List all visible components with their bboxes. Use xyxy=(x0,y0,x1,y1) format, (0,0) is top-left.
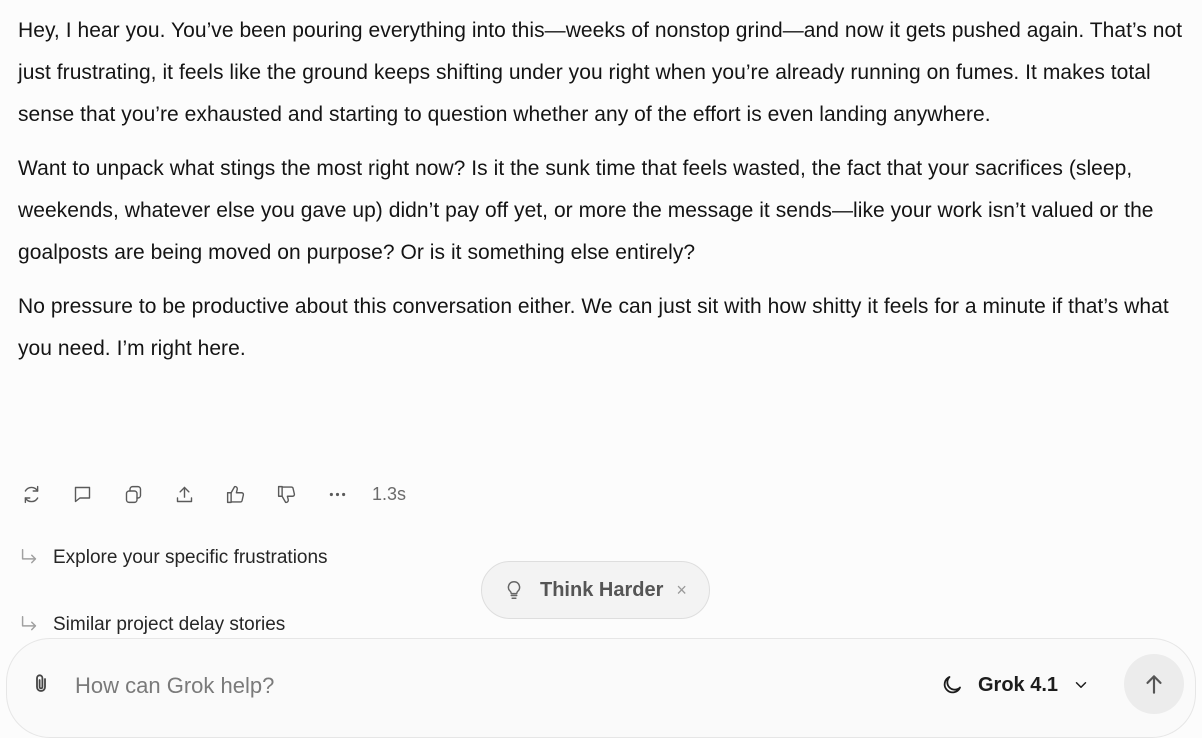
reply-arrow-icon xyxy=(18,614,40,636)
arrow-up-icon xyxy=(1146,675,1162,694)
copy-icon[interactable] xyxy=(120,481,146,507)
more-icon[interactable] xyxy=(324,481,350,507)
message-actions: 1.3s xyxy=(18,480,406,508)
close-icon[interactable]: × xyxy=(676,580,687,601)
suggestion-label: Similar project delay stories xyxy=(53,614,286,635)
response-time: 1.3s xyxy=(372,483,407,504)
regenerate-icon[interactable] xyxy=(18,481,44,507)
message-paragraph: Want to unpack what stings the most righ… xyxy=(18,157,1154,264)
suggestion-item[interactable]: Similar project delay stories xyxy=(18,614,285,636)
comment-icon[interactable] xyxy=(69,481,95,507)
model-label: Grok 4.1 xyxy=(978,673,1059,696)
assistant-message: Hey, I hear you. You’ve been pouring eve… xyxy=(18,10,1188,382)
attach-icon[interactable] xyxy=(29,672,55,698)
chevron-down-icon xyxy=(1072,676,1090,694)
think-harder-pill[interactable]: Think Harder × xyxy=(481,561,710,619)
send-button[interactable] xyxy=(1124,654,1184,714)
share-icon[interactable] xyxy=(171,481,197,507)
prompt-input[interactable] xyxy=(73,669,877,703)
suggestion-item[interactable]: Explore your specific frustrations xyxy=(18,547,328,569)
composer: Grok 4.1 xyxy=(6,638,1196,738)
thumbs-down-icon[interactable] xyxy=(273,481,299,507)
message-paragraph: Hey, I hear you. You’ve been pouring eve… xyxy=(18,19,1183,126)
thumbs-up-icon[interactable] xyxy=(222,481,248,507)
lightbulb-icon xyxy=(503,579,525,601)
model-selector[interactable]: Grok 4.1 xyxy=(940,669,1090,701)
suggestion-label: Explore your specific frustrations xyxy=(53,547,328,568)
reply-arrow-icon xyxy=(18,547,40,569)
pill-label: Think Harder xyxy=(540,578,664,601)
message-paragraph: No pressure to be productive about this … xyxy=(18,295,1169,360)
moon-icon xyxy=(940,673,964,697)
